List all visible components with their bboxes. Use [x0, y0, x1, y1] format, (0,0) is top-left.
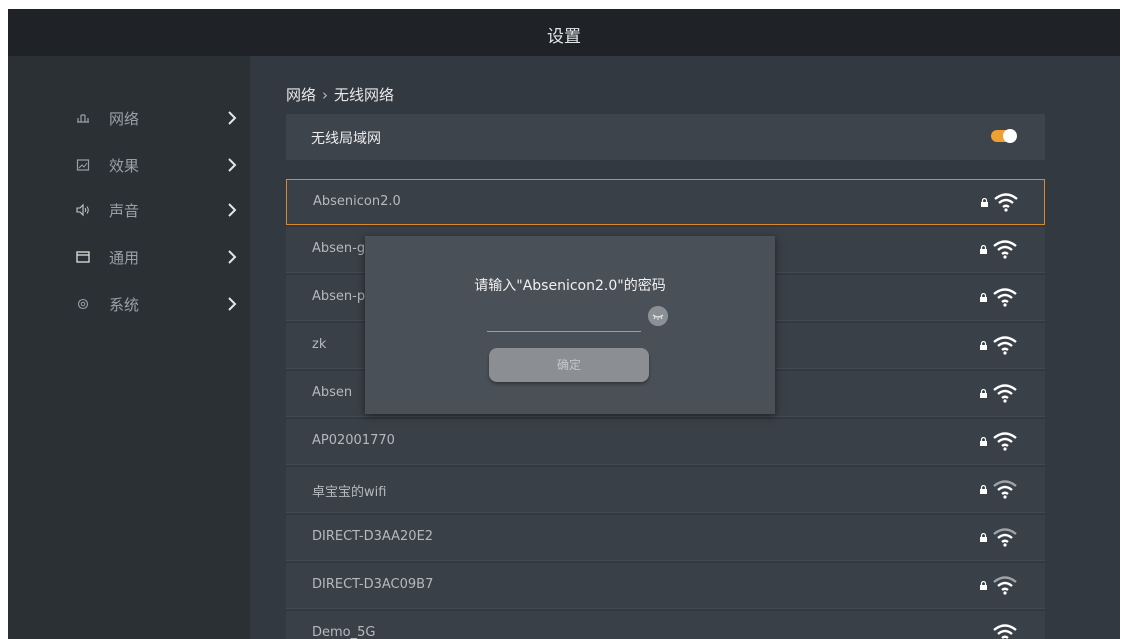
- lock-icon: [981, 198, 988, 207]
- sidebar-item-label: 系统: [109, 296, 140, 314]
- toggle-knob: [1003, 129, 1017, 143]
- wlan-label: 无线局域网: [311, 131, 381, 147]
- network-item[interactable]: DIRECT-D3AA20E2: [286, 515, 1045, 561]
- confirm-button[interactable]: 确定: [489, 348, 649, 382]
- network-item[interactable]: 卓宝宝的wifi: [286, 467, 1045, 513]
- picture-icon: [76, 159, 90, 171]
- breadcrumb-separator: ›: [322, 86, 329, 104]
- wifi-signal-icon: [993, 432, 1017, 451]
- sidebar-item-network[interactable]: 网络: [8, 99, 250, 139]
- chevron-right-icon: [228, 158, 237, 172]
- network-item[interactable]: DIRECT-D3AC09B7: [286, 563, 1045, 609]
- network-name: Absen-p: [312, 289, 366, 304]
- wifi-signal-icon: [993, 624, 1017, 639]
- lock-icon: [980, 245, 987, 254]
- eye-closed-icon[interactable]: [648, 306, 668, 326]
- sidebar-item-general[interactable]: 通用: [8, 238, 250, 278]
- wifi-signal-icon: [993, 240, 1017, 259]
- sidebar-item-sound[interactable]: 声音: [8, 191, 250, 231]
- network-name: zk: [312, 337, 327, 352]
- network-name: Absen: [312, 385, 353, 400]
- sidebar-item-effects[interactable]: 效果: [8, 146, 250, 186]
- lock-icon: [980, 389, 987, 398]
- wlan-toggle-switch[interactable]: [991, 129, 1017, 143]
- sidebar-item-label: 通用: [109, 249, 140, 267]
- sidebar-item-label: 效果: [109, 157, 140, 175]
- lock-icon: [980, 293, 987, 302]
- gear-icon: [77, 298, 89, 310]
- window-icon: [76, 251, 90, 263]
- chevron-right-icon: [228, 297, 237, 311]
- network-item[interactable]: AP02001770: [286, 419, 1045, 465]
- password-dialog: 请输入"Absenicon2.0"的密码 确定: [365, 236, 775, 414]
- sidebar-item-label: 网络: [109, 110, 140, 128]
- wifi-signal-icon: [993, 528, 1017, 547]
- page-title: 设置: [547, 27, 581, 47]
- network-name: DIRECT-D3AC09B7: [312, 577, 434, 592]
- settings-window: 设置 网络 效果 声音 通用 系统 网络 › 无线网络 无线局域网 Abseni…: [8, 9, 1120, 639]
- password-input[interactable]: [487, 309, 641, 332]
- network-icon: [77, 114, 89, 123]
- wifi-signal-icon: [993, 288, 1017, 307]
- network-name: Absen-g: [312, 241, 366, 256]
- speaker-icon: [76, 203, 89, 217]
- lock-icon: [980, 485, 987, 494]
- wifi-signal-icon: [993, 384, 1017, 403]
- chevron-right-icon: [228, 111, 237, 125]
- wifi-signal-icon: [994, 193, 1018, 212]
- network-name: AP02001770: [312, 433, 395, 448]
- wifi-signal-icon: [993, 480, 1017, 499]
- network-name: DIRECT-D3AA20E2: [312, 529, 434, 544]
- wifi-signal-icon: [993, 576, 1017, 595]
- breadcrumb: 网络 › 无线网络: [286, 84, 394, 105]
- sidebar-item-system[interactable]: 系统: [8, 285, 250, 325]
- chevron-right-icon: [228, 203, 237, 217]
- chevron-right-icon: [228, 250, 237, 264]
- network-item[interactable]: Absenicon2.0: [286, 179, 1045, 225]
- title-bar: 设置: [8, 9, 1120, 56]
- lock-icon: [980, 533, 987, 542]
- lock-icon: [980, 341, 987, 350]
- sidebar: 网络 效果 声音 通用 系统: [8, 56, 250, 639]
- network-item[interactable]: Demo_5G: [286, 611, 1045, 639]
- wifi-signal-icon: [993, 336, 1017, 355]
- lock-icon: [980, 581, 987, 590]
- wlan-toggle-row[interactable]: 无线局域网: [286, 114, 1045, 160]
- lock-icon: [980, 437, 987, 446]
- password-prompt: 请输入"Absenicon2.0"的密码: [474, 278, 666, 294]
- network-name: Demo_5G: [312, 625, 376, 639]
- network-name: 卓宝宝的wifi: [312, 485, 387, 500]
- sidebar-item-label: 声音: [109, 202, 140, 220]
- breadcrumb-current: 无线网络: [334, 86, 395, 104]
- network-name: Absenicon2.0: [313, 194, 401, 209]
- breadcrumb-parent[interactable]: 网络: [286, 86, 316, 104]
